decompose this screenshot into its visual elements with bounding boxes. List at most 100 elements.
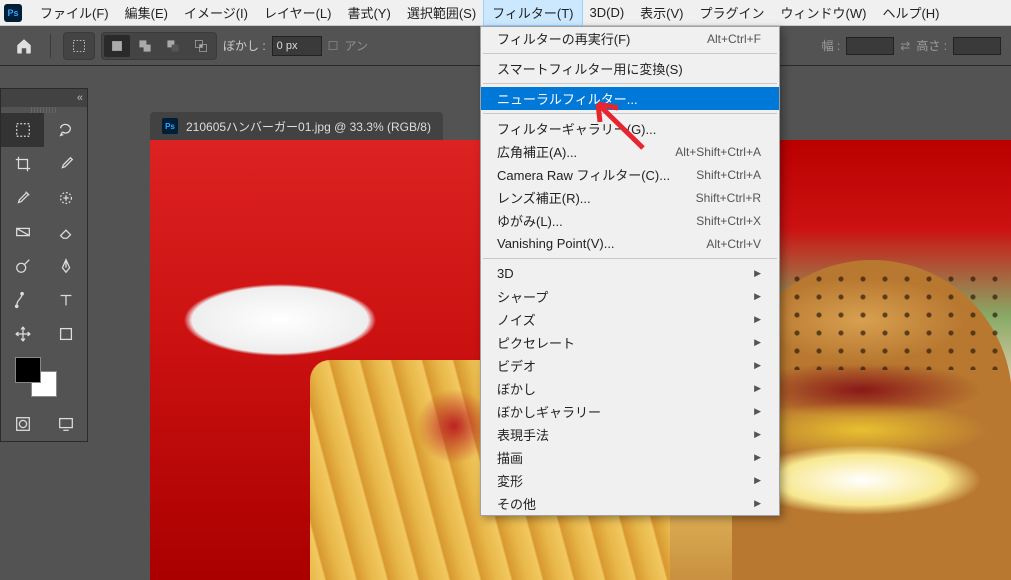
filter-menu-item[interactable]: シャープ xyxy=(481,285,779,308)
antialias-label: アン xyxy=(344,37,368,54)
tool-pen[interactable] xyxy=(44,249,87,283)
menu-file[interactable]: ファイル(F) xyxy=(32,0,117,25)
menu-window[interactable]: ウィンドウ(W) xyxy=(773,0,875,25)
menu-plugins[interactable]: プラグイン xyxy=(692,0,773,25)
menu-item-shortcut: Shift+Ctrl+X xyxy=(696,214,761,228)
color-swatches[interactable] xyxy=(1,351,87,407)
menu-type[interactable]: 書式(Y) xyxy=(339,0,398,25)
menu-separator xyxy=(483,258,777,259)
filter-menu-item[interactable]: フィルターギャラリー(G)... xyxy=(481,117,779,140)
feather-label: ぼかし : xyxy=(223,37,266,54)
menu-item-label: ぼかしギャラリー xyxy=(497,402,601,421)
tool-eraser[interactable] xyxy=(44,215,87,249)
filter-menu-item[interactable]: ニューラルフィルター... xyxy=(481,87,779,110)
selection-intersect[interactable] xyxy=(188,35,214,57)
tool-gradient[interactable] xyxy=(1,215,44,249)
menu-help[interactable]: ヘルプ(H) xyxy=(874,0,947,25)
filter-menu-item[interactable]: スマートフィルター用に変換(S) xyxy=(481,57,779,80)
foreground-color[interactable] xyxy=(15,357,41,383)
feather-input[interactable] xyxy=(272,36,322,56)
height-label: 高さ : xyxy=(916,37,947,54)
menu-layer[interactable]: レイヤー(L) xyxy=(256,0,340,25)
tool-path[interactable] xyxy=(1,283,44,317)
menu-item-label: ぼかし xyxy=(497,379,536,398)
height-field[interactable] xyxy=(953,37,1001,55)
tool-move[interactable] xyxy=(1,317,44,351)
menu-item-shortcut: Shift+Ctrl+R xyxy=(696,191,761,205)
tool-marquee[interactable] xyxy=(1,113,44,147)
menu-item-label: Vanishing Point(V)... xyxy=(497,236,615,251)
selection-add[interactable] xyxy=(132,35,158,57)
menu-separator xyxy=(483,53,777,54)
filter-menu-item[interactable]: ゆがみ(L)... Shift+Ctrl+X xyxy=(481,209,779,232)
tool-shape[interactable] xyxy=(44,317,87,351)
panel-collapse-icon[interactable]: « xyxy=(77,92,83,104)
menu-item-label: フィルターの再実行(F) xyxy=(497,29,630,48)
menu-select[interactable]: 選択範囲(S) xyxy=(399,0,484,25)
menu-item-label: フィルターギャラリー(G)... xyxy=(497,119,656,138)
menu-item-shortcut: Alt+Shift+Ctrl+A xyxy=(675,145,761,159)
menu-item-label: スマートフィルター用に変換(S) xyxy=(497,59,683,78)
filter-menu-item[interactable]: ピクセレート xyxy=(481,331,779,354)
menu-item-label: ゆがみ(L)... xyxy=(497,211,563,230)
filter-menu-item[interactable]: フィルターの再実行(F) Alt+Ctrl+F xyxy=(481,27,779,50)
selection-subtract[interactable] xyxy=(160,35,186,57)
tool-crop[interactable] xyxy=(1,147,44,181)
menu-item-label: シャープ xyxy=(497,287,548,306)
menu-filter[interactable]: フィルター(T) xyxy=(484,0,581,25)
tools-panel: « xyxy=(0,88,88,442)
menu-item-label: 表現手法 xyxy=(497,425,549,444)
menu-item-shortcut: Alt+Ctrl+V xyxy=(706,237,761,251)
menubar: Ps ファイル(F) 編集(E) イメージ(I) レイヤー(L) 書式(Y) 選… xyxy=(0,0,1011,26)
menu-item-label: 広角補正(A)... xyxy=(497,142,577,161)
menu-item-label: ニューラルフィルター... xyxy=(497,89,638,108)
filter-menu-item[interactable]: 3D xyxy=(481,262,779,285)
filter-menu-item[interactable]: ぼかし xyxy=(481,377,779,400)
menu-image[interactable]: イメージ(I) xyxy=(176,0,256,25)
menu-item-label: 3D xyxy=(497,266,514,281)
filter-menu-item[interactable]: その他 xyxy=(481,492,779,515)
doc-icon: Ps xyxy=(162,118,178,134)
document-tab[interactable]: Ps 210605ハンバーガー01.jpg @ 33.3% (RGB/8) xyxy=(150,112,443,140)
width-field[interactable] xyxy=(846,37,894,55)
filter-menu-item[interactable]: ノイズ xyxy=(481,308,779,331)
filter-menu-item[interactable]: 変形 xyxy=(481,469,779,492)
marquee-tool-indicator[interactable] xyxy=(63,32,95,60)
menu-item-shortcut: Alt+Ctrl+F xyxy=(707,32,761,46)
tool-eyedropper[interactable] xyxy=(1,181,44,215)
filter-menu-item[interactable]: 広角補正(A)... Alt+Shift+Ctrl+A xyxy=(481,140,779,163)
image-content xyxy=(742,270,1002,370)
filter-menu-item[interactable]: 描画 xyxy=(481,446,779,469)
menu-item-shortcut: Shift+Ctrl+A xyxy=(696,168,761,182)
home-button[interactable] xyxy=(10,32,38,60)
filter-menu-item[interactable]: Camera Raw フィルター(C)... Shift+Ctrl+A xyxy=(481,163,779,186)
filter-menu-item[interactable]: レンズ補正(R)... Shift+Ctrl+R xyxy=(481,186,779,209)
filter-menu-item[interactable]: Vanishing Point(V)... Alt+Ctrl+V xyxy=(481,232,779,255)
menu-item-label: ノイズ xyxy=(497,310,536,329)
app-icon: Ps xyxy=(4,4,22,22)
menu-item-label: 変形 xyxy=(497,471,523,490)
tool-screenmode[interactable] xyxy=(44,407,87,441)
menu-item-label: レンズ補正(R)... xyxy=(497,188,591,207)
menu-separator xyxy=(483,83,777,84)
tool-heal[interactable] xyxy=(44,181,87,215)
menu-item-label: その他 xyxy=(497,494,536,513)
menu-3d[interactable]: 3D(D) xyxy=(582,2,633,23)
tool-text[interactable] xyxy=(44,283,87,317)
selection-new[interactable] xyxy=(104,35,130,57)
menu-edit[interactable]: 編集(E) xyxy=(117,0,176,25)
filter-menu-item[interactable]: 表現手法 xyxy=(481,423,779,446)
tool-lasso[interactable] xyxy=(44,113,87,147)
document-title: 210605ハンバーガー01.jpg @ 33.3% (RGB/8) xyxy=(186,118,431,135)
menu-view[interactable]: 表示(V) xyxy=(632,0,691,25)
menu-item-label: 描画 xyxy=(497,448,523,467)
menu-item-label: ピクセレート xyxy=(497,333,575,352)
filter-menu-item[interactable]: ぼかしギャラリー xyxy=(481,400,779,423)
tool-quickmask[interactable] xyxy=(1,407,44,441)
tool-brush[interactable] xyxy=(44,147,87,181)
menu-separator xyxy=(483,113,777,114)
filter-menu-item[interactable]: ビデオ xyxy=(481,354,779,377)
menu-item-label: Camera Raw フィルター(C)... xyxy=(497,165,670,184)
tool-dodge[interactable] xyxy=(1,249,44,283)
selection-mode-group xyxy=(101,32,217,60)
